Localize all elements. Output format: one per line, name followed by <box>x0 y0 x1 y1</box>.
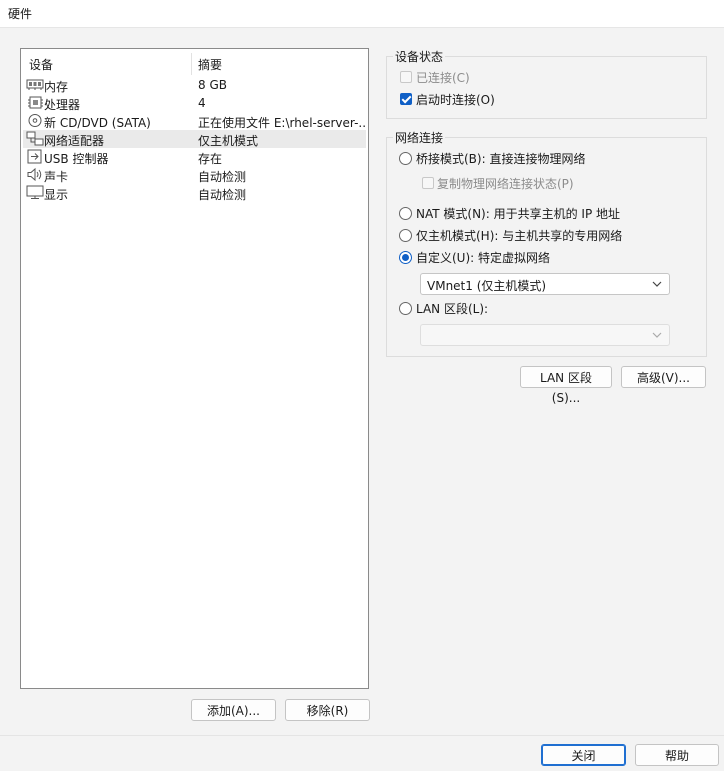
custom-radio[interactable] <box>399 251 412 264</box>
lan-segment-label: LAN 区段(L): <box>416 302 489 316</box>
network-adapter-icon <box>26 131 44 146</box>
remove-button[interactable]: 移除(R) <box>285 699 370 721</box>
device-summary: 正在使用文件 E:\rhel-server-... <box>198 116 366 130</box>
device-row-memory[interactable]: 内存 8 GB <box>23 76 366 94</box>
device-name: 显示 <box>44 188 69 202</box>
host-only-radio[interactable] <box>399 229 412 242</box>
custom-network-select[interactable]: VMnet1 (仅主机模式) <box>420 273 670 295</box>
lan-segments-button[interactable]: LAN 区段(S)... <box>520 366 612 405</box>
add-button[interactable]: 添加(A)... <box>191 699 276 721</box>
chevron-down-icon <box>652 332 662 338</box>
connected-label: 已连接(C) <box>416 71 470 85</box>
window-title: 硬件 <box>8 7 33 21</box>
processor-icon <box>28 96 43 109</box>
lan-segment-select[interactable] <box>420 324 670 346</box>
device-summary: 自动检测 <box>198 188 247 202</box>
column-divider[interactable] <box>191 53 192 75</box>
device-name: 新 CD/DVD (SATA) <box>44 116 151 130</box>
display-icon <box>26 185 44 199</box>
advanced-button[interactable]: 高级(V)... <box>621 366 706 388</box>
replicate-state-label: 复制物理网络连接状态(P) <box>437 177 574 191</box>
device-list-header: 设备 摘要 <box>21 53 368 75</box>
host-only-label: 仅主机模式(H): 与主机共享的专用网络 <box>416 229 623 243</box>
memory-icon <box>26 79 44 90</box>
bridged-radio[interactable] <box>399 152 412 165</box>
device-row-cd-dvd[interactable]: 新 CD/DVD (SATA) 正在使用文件 E:\rhel-server-..… <box>23 112 366 130</box>
cd-dvd-icon <box>28 114 42 127</box>
device-summary: 4 <box>198 96 206 110</box>
column-header-device[interactable]: 设备 <box>29 56 53 73</box>
device-name: 内存 <box>44 80 69 94</box>
column-header-summary[interactable]: 摘要 <box>198 56 222 73</box>
device-row-display[interactable]: 显示 自动检测 <box>23 184 366 202</box>
custom-label: 自定义(U): 特定虚拟网络 <box>416 251 551 265</box>
usb-icon <box>27 149 42 164</box>
nat-radio[interactable] <box>399 207 412 220</box>
connected-checkbox[interactable] <box>400 71 412 83</box>
device-status-group <box>386 56 707 119</box>
custom-network-value: VMnet1 (仅主机模式) <box>427 279 547 293</box>
network-connection-title: 网络连接 <box>393 129 446 146</box>
connect-at-power-on-label: 启动时连接(O) <box>416 93 495 107</box>
device-row-usb[interactable]: USB 控制器 存在 <box>23 148 366 166</box>
nat-label: NAT 模式(N): 用于共享主机的 IP 地址 <box>416 207 621 221</box>
bridged-label: 桥接模式(B): 直接连接物理网络 <box>416 152 586 166</box>
title-bar: 硬件 <box>0 0 724 28</box>
connect-at-power-on-checkbox[interactable] <box>400 93 412 105</box>
device-name: 网络适配器 <box>44 134 105 148</box>
speaker-icon <box>27 167 42 182</box>
close-button[interactable]: 关闭 <box>541 744 626 766</box>
device-summary: 8 GB <box>198 78 227 92</box>
device-name: 处理器 <box>44 98 81 112</box>
device-name: USB 控制器 <box>44 152 109 166</box>
device-name: 声卡 <box>44 170 69 184</box>
device-row-processor[interactable]: 处理器 4 <box>23 94 366 112</box>
device-list[interactable]: 设备 摘要 内存 8 GB 处理器 4 新 CD/DVD (SATA) 正在使用… <box>20 48 369 689</box>
lan-segment-radio[interactable] <box>399 302 412 315</box>
device-summary: 仅主机模式 <box>198 134 259 148</box>
device-row-network-adapter[interactable]: 网络适配器 仅主机模式 <box>23 130 366 148</box>
device-status-title: 设备状态 <box>393 48 446 65</box>
device-summary: 存在 <box>198 152 223 166</box>
help-button[interactable]: 帮助 <box>635 744 719 766</box>
device-row-sound-card[interactable]: 声卡 自动检测 <box>23 166 366 184</box>
chevron-down-icon <box>652 281 662 287</box>
device-summary: 自动检测 <box>198 170 247 184</box>
replicate-state-checkbox[interactable] <box>422 177 434 189</box>
